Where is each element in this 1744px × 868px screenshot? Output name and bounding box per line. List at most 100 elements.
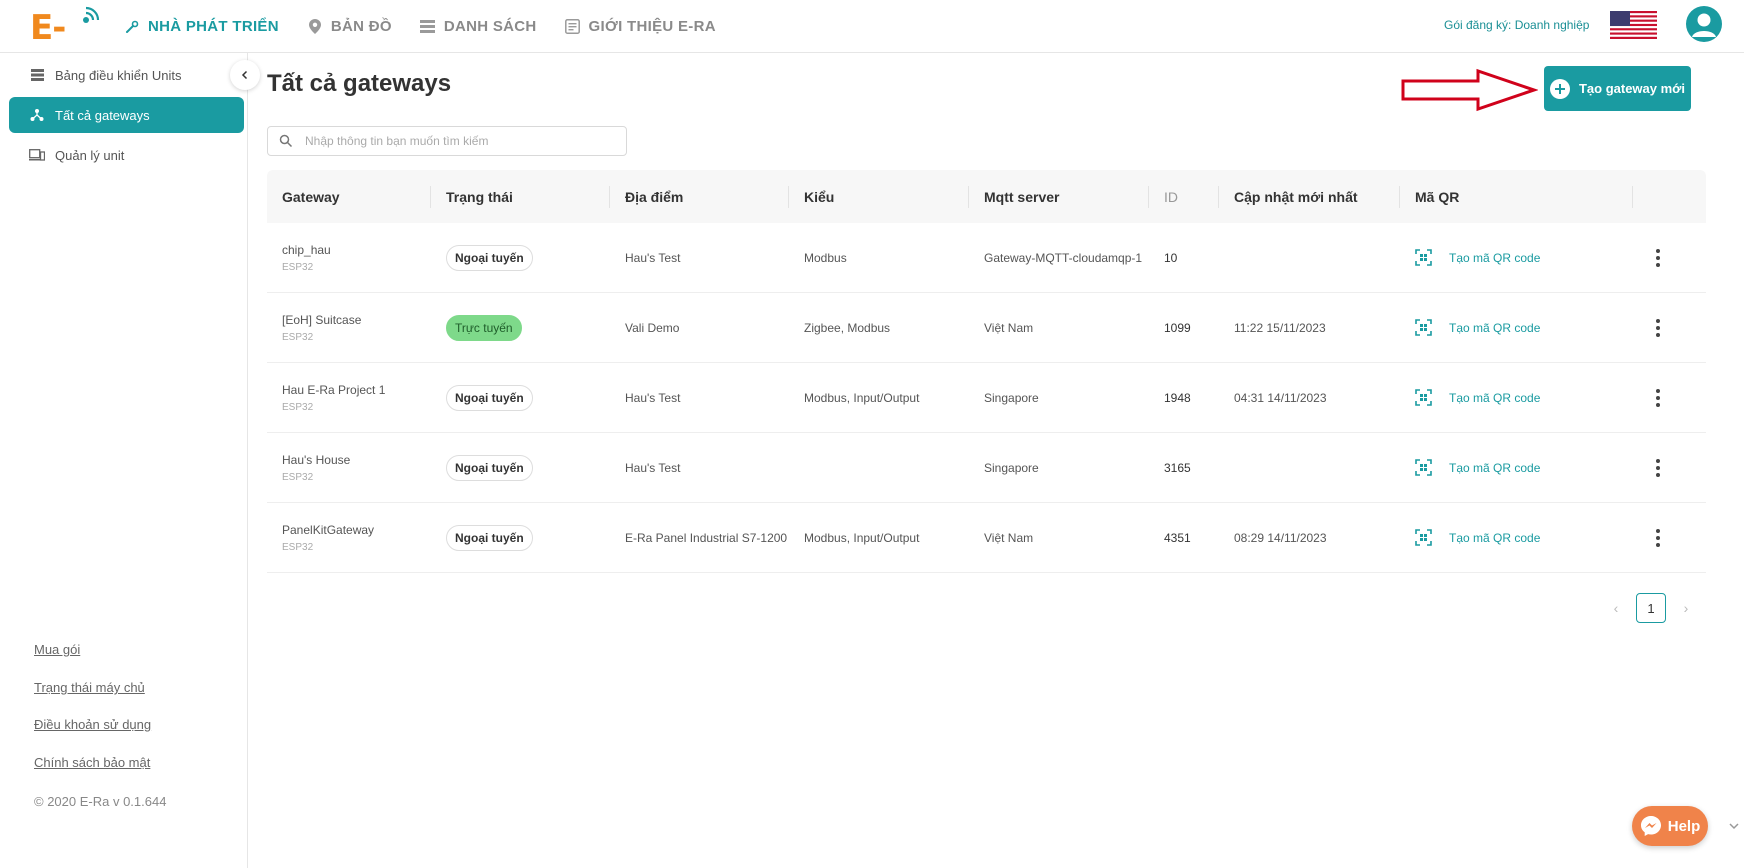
page-number-button[interactable]: 1 xyxy=(1636,593,1666,623)
more-options-icon[interactable] xyxy=(1648,316,1668,340)
prev-page-button[interactable]: ‹ xyxy=(1606,598,1626,618)
create-gateway-button[interactable]: Tạo gateway mới xyxy=(1544,66,1691,111)
map-pin-icon xyxy=(307,19,323,35)
search-icon xyxy=(279,134,293,148)
gateway-cell[interactable]: [EoH] Suitcase ESP32 xyxy=(267,310,431,346)
gateway-name: Hau's House xyxy=(282,452,351,467)
user-avatar-icon[interactable] xyxy=(1686,6,1722,42)
table-row[interactable]: PanelKitGateway ESP32 Ngoại tuyến E-Ra P… xyxy=(267,503,1706,573)
create-qr-link[interactable]: Tạo mã QR code xyxy=(1415,458,1633,478)
main-nav: NHÀ PHÁT TRIỂN BẢN ĐỒ DANH SÁCH GIỚI THI… xyxy=(124,0,744,53)
column-header-type[interactable]: Kiểu xyxy=(789,170,969,223)
qr-scan-icon xyxy=(1415,529,1432,546)
status-badge: Ngoại tuyến xyxy=(446,244,533,271)
server-status-link[interactable]: Trạng thái máy chủ xyxy=(34,680,145,695)
nav-map[interactable]: BẢN ĐỒ xyxy=(307,18,392,35)
status-badge: Ngoại tuyến xyxy=(446,524,533,551)
id-cell: 3165 xyxy=(1164,460,1191,475)
wifi-signal-icon xyxy=(83,6,100,23)
mqtt-cell: Gateway-MQTT-cloudamqp-1 xyxy=(984,250,1143,265)
more-options-icon[interactable] xyxy=(1648,246,1668,270)
actions-cell xyxy=(1633,386,1706,410)
more-options-icon[interactable] xyxy=(1648,456,1668,480)
sidebar-item-unit-management[interactable]: Quản lý unit xyxy=(9,137,244,173)
page-title: Tất cả gateways xyxy=(267,70,452,97)
create-qr-link[interactable]: Tạo mã QR code xyxy=(1415,318,1633,338)
gateway-cell[interactable]: Hau's House ESP32 xyxy=(267,450,431,486)
mqtt-cell: Việt Nam xyxy=(984,530,1034,545)
table-row[interactable]: [EoH] Suitcase ESP32 Trực tuyến Vali Dem… xyxy=(267,293,1706,363)
gateway-cell[interactable]: Hau E-Ra Project 1 ESP32 xyxy=(267,380,431,416)
actions-cell xyxy=(1633,246,1706,270)
qr-link-label: Tạo mã QR code xyxy=(1449,250,1541,265)
qr-link-label: Tạo mã QR code xyxy=(1449,530,1541,545)
qr-scan-icon xyxy=(1415,389,1432,406)
create-qr-link[interactable]: Tạo mã QR code xyxy=(1415,528,1633,548)
sidebar-item-all-gateways[interactable]: Tất cả gateways xyxy=(9,97,244,133)
column-header-id[interactable]: ID xyxy=(1149,170,1219,223)
gateway-board: ESP32 xyxy=(282,331,314,343)
location-cell: Hau's Test xyxy=(625,250,681,265)
era-logo[interactable]: E-Ra xyxy=(30,6,112,88)
gateway-name: PanelKitGateway xyxy=(282,522,375,537)
nav-about[interactable]: GIỚI THIỆU E-RA xyxy=(565,18,716,35)
scroll-down-arrow-icon[interactable] xyxy=(1726,820,1742,832)
pagination: ‹ 1 › xyxy=(1606,593,1696,623)
gateway-cell[interactable]: chip_hau ESP32 xyxy=(267,240,431,276)
search-input[interactable] xyxy=(305,134,605,148)
column-header-gateway[interactable]: Gateway xyxy=(267,170,431,223)
gateway-cell[interactable]: PanelKitGateway ESP32 xyxy=(267,520,431,556)
sidebar-item-units-dashboard[interactable]: Bảng điều khiển Units xyxy=(9,57,244,93)
column-header-last-updated[interactable]: Cập nhật mới nhất xyxy=(1219,170,1400,223)
more-options-icon[interactable] xyxy=(1648,526,1668,550)
sidebar-collapse-button[interactable] xyxy=(230,60,260,90)
table-row[interactable]: Hau's House ESP32 Ngoại tuyến Hau's Test… xyxy=(267,433,1706,503)
column-header-actions xyxy=(1633,170,1706,223)
qr-link-label: Tạo mã QR code xyxy=(1449,390,1541,405)
nav-map-label: BẢN ĐỒ xyxy=(330,18,392,35)
dashboard-icon xyxy=(29,67,45,83)
search-box[interactable] xyxy=(267,126,627,156)
terms-of-use-link[interactable]: Điều khoản sử dụng xyxy=(34,717,151,732)
status-badge: Ngoại tuyến xyxy=(446,454,533,481)
status-badge: Trực tuyến xyxy=(446,314,522,341)
buy-plan-link[interactable]: Mua gói xyxy=(34,642,80,657)
gateway-board: ESP32 xyxy=(282,541,314,553)
gateway-name: Hau E-Ra Project 1 xyxy=(282,382,386,397)
qr-scan-icon xyxy=(1415,319,1432,336)
location-cell: E-Ra Panel Industrial S7-1200 xyxy=(625,530,788,545)
next-page-button[interactable]: › xyxy=(1676,598,1696,618)
wrench-icon xyxy=(124,19,140,35)
top-navigation-bar: E-Ra NHÀ PHÁT TRIỂN BẢN ĐỒ DANH SÁCH xyxy=(0,0,1744,88)
status-cell: Trực tuyến xyxy=(431,314,610,341)
updated-cell: 11:22 15/11/2023 xyxy=(1234,320,1326,335)
privacy-policy-link[interactable]: Chính sách bảo mật xyxy=(34,755,150,770)
red-arrow-annotation xyxy=(1401,68,1538,112)
qr-cell: Tạo mã QR code xyxy=(1400,528,1633,548)
chevron-left-icon xyxy=(241,70,248,80)
mqtt-cell: Singapore xyxy=(984,460,1039,475)
table-row[interactable]: chip_hau ESP32 Ngoại tuyến Hau's Test Mo… xyxy=(267,223,1706,293)
create-qr-link[interactable]: Tạo mã QR code xyxy=(1415,388,1633,408)
column-header-status[interactable]: Trạng thái xyxy=(431,170,610,223)
help-button[interactable]: Help xyxy=(1632,806,1708,846)
help-label: Help xyxy=(1667,817,1701,835)
more-options-icon[interactable] xyxy=(1648,386,1668,410)
nav-developer[interactable]: NHÀ PHÁT TRIỂN xyxy=(124,18,279,35)
mqtt-cell: Việt Nam xyxy=(984,320,1034,335)
table-row[interactable]: Hau E-Ra Project 1 ESP32 Ngoại tuyến Hau… xyxy=(267,363,1706,433)
location-cell: Hau's Test xyxy=(625,460,681,475)
nav-list[interactable]: DANH SÁCH xyxy=(420,18,537,35)
create-qr-link[interactable]: Tạo mã QR code xyxy=(1415,248,1633,268)
column-header-location[interactable]: Địa điểm xyxy=(610,170,789,223)
us-flag-icon[interactable] xyxy=(1610,11,1657,39)
subscription-plan[interactable]: Gói đăng ký: Doanh nghiệp xyxy=(1444,18,1589,32)
column-header-qr-code[interactable]: Mã QR xyxy=(1400,170,1633,223)
qr-scan-icon xyxy=(1415,459,1432,476)
status-cell: Ngoại tuyến xyxy=(431,454,610,481)
column-header-mqtt-server[interactable]: Mqtt server xyxy=(969,170,1149,223)
nav-list-label: DANH SÁCH xyxy=(443,18,537,35)
qr-cell: Tạo mã QR code xyxy=(1400,318,1633,338)
qr-link-label: Tạo mã QR code xyxy=(1449,460,1541,475)
updated-cell: 04:31 14/11/2023 xyxy=(1234,390,1327,405)
